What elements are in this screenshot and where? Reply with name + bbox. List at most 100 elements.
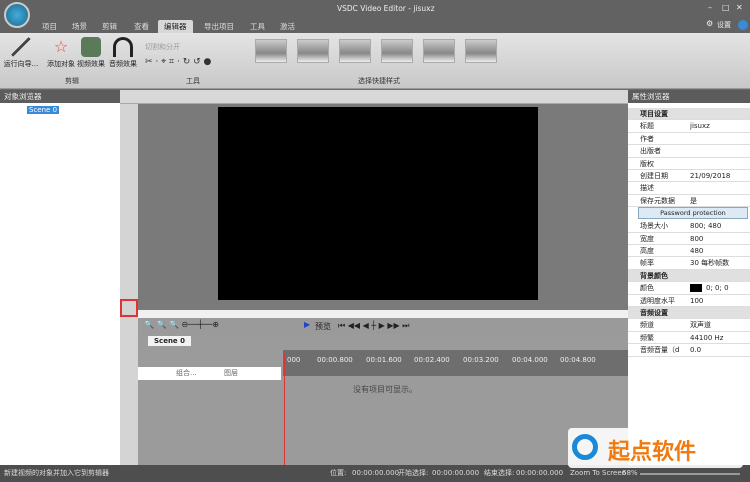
tick-label: 00:04.000 (512, 356, 548, 364)
property-key: 出版者 (640, 147, 661, 156)
track-header: 组合... 图层 (138, 367, 281, 380)
property-key: 标题 (640, 122, 654, 131)
style-thumb[interactable] (381, 39, 413, 63)
gear-icon[interactable]: ⚙ (706, 19, 713, 28)
tab-edit[interactable]: 剪辑 (96, 20, 123, 33)
property-key: 保存元数据 (640, 196, 675, 205)
property-key: 音频设置 (640, 309, 668, 317)
maximize-button[interactable]: □ (722, 3, 730, 12)
tick-label: 00:02.400 (414, 356, 450, 364)
object-explorer-title: 对象浏览器 (0, 90, 120, 103)
property-row[interactable]: 音频设置 (628, 307, 750, 320)
scene-tree-item[interactable]: Scene 0 (27, 106, 60, 114)
property-row[interactable]: 背景颜色 (628, 269, 750, 283)
tab-project[interactable]: 项目 (36, 20, 63, 33)
property-value: 30 每秒帧数 (690, 259, 730, 268)
property-key: 颜色 (640, 284, 654, 293)
selected-tool[interactable] (120, 299, 138, 317)
tick-label: 00:01.600 (366, 356, 402, 364)
settings-link[interactable]: 设置 (717, 20, 731, 30)
property-row[interactable]: 版权 (628, 158, 750, 170)
tab-activate[interactable]: 激活 (274, 20, 301, 33)
horizontal-scrollbar[interactable] (138, 310, 628, 318)
property-row[interactable]: 保存元数据 是 (628, 195, 750, 208)
help-icon[interactable] (738, 20, 748, 30)
timeline-ruler[interactable]: 000 00:00.800 00:01.600 00:02.400 00:03.… (283, 350, 628, 376)
property-row[interactable]: 频道 双声道 (628, 319, 750, 332)
end-value: 00:00:00.000 (516, 469, 564, 477)
end-label: 结束选择: (484, 469, 515, 477)
property-key: 频道 (640, 321, 654, 330)
play-icon[interactable]: ▶ (304, 320, 310, 329)
property-row[interactable]: 作者 (628, 133, 750, 146)
close-button[interactable]: ✕ (736, 3, 743, 12)
property-row[interactable]: 音频音量（d 0.0 (628, 344, 750, 357)
minimize-button[interactable]: – (708, 3, 712, 12)
property-key: 帧率 (640, 259, 654, 268)
wizard-button[interactable]: 运行向导... (2, 37, 40, 69)
property-row[interactable]: 项目设置 (628, 108, 750, 121)
property-value: 0.0 (690, 346, 702, 355)
password-protection-button[interactable]: Password protection (638, 207, 748, 220)
watermark-icon (572, 434, 598, 460)
status-message: 新建视频的对象并加入它到剪辑器 (4, 469, 109, 477)
property-value: 是 (690, 196, 697, 205)
tab-view[interactable]: 查看 (128, 20, 155, 33)
property-row[interactable]: 高度 480 (628, 245, 750, 258)
property-row[interactable]: 出版者 (628, 145, 750, 158)
zoom-slider[interactable] (640, 473, 740, 475)
app-logo[interactable] (4, 2, 30, 28)
add-object-icon: ☆ (53, 37, 69, 56)
ribbon-tabs: 项目 场景 剪辑 查看 编辑器 导出项目 工具 激活 ⚙ 设置 (0, 18, 750, 33)
scene-canvas[interactable] (218, 107, 538, 300)
watermark-text: 起点软件 (608, 440, 697, 465)
property-key: 高度 (640, 247, 654, 255)
transport-controls[interactable]: ⏮ ◀◀ ◀ ┼ ▶ ▶▶ ⏭ (338, 321, 409, 331)
property-value: 100 (690, 296, 704, 305)
property-key: 透明度水平 (640, 296, 675, 305)
property-value: 0; 0; 0 (706, 284, 729, 293)
color-swatch[interactable] (690, 284, 702, 293)
object-explorer: 对象浏览器 Scene 0 (0, 90, 120, 465)
style-thumb[interactable] (465, 39, 497, 63)
property-value: 800 (690, 234, 704, 243)
property-value: 44100 Hz (690, 333, 724, 342)
audio-effects-button[interactable]: 音频效果 (104, 37, 142, 69)
property-value: 480 (690, 247, 704, 255)
tab-export[interactable]: 导出项目 (198, 20, 240, 33)
playhead[interactable] (284, 354, 285, 465)
zoom-controls[interactable]: 🔍 🔍 🔍 ⊖──┼──⊕ (144, 320, 219, 329)
style-thumb[interactable] (423, 39, 455, 63)
style-thumb[interactable] (339, 39, 371, 63)
style-thumb[interactable] (297, 39, 329, 63)
tab-scene[interactable]: 场景 (66, 20, 93, 33)
property-row[interactable]: 帧率 30 每秒帧数 (628, 257, 750, 270)
editor-toolbar[interactable] (120, 90, 628, 104)
layer-column[interactable]: 图层 (224, 367, 238, 380)
combine-column[interactable]: 组合... (176, 367, 197, 380)
property-row[interactable]: 创建日期 21/09/2018 (628, 170, 750, 183)
property-row[interactable]: 场景大小 800; 480 (628, 220, 750, 233)
properties-title: 属性浏览器 (628, 90, 750, 103)
tab-editor[interactable]: 编辑器 (158, 20, 193, 33)
headphones-icon (113, 37, 133, 57)
edit-tools-icons[interactable]: ✂ · ⌖ ⌗ · ↻ ↺ ● (145, 57, 211, 67)
start-value: 00:00:00.000 (432, 469, 480, 477)
property-row[interactable]: 频繁 44100 Hz (628, 332, 750, 345)
object-toolbar[interactable] (120, 104, 138, 465)
property-value: 800; 480 (690, 222, 722, 231)
preview-button[interactable]: 预览 (315, 321, 331, 332)
style-thumb[interactable] (255, 39, 287, 63)
cut-split-button[interactable]: 切割和分开 (145, 42, 180, 52)
position-value: 00:00:00.000 (352, 469, 400, 477)
property-row[interactable]: 描述 (628, 182, 750, 195)
tab-tools[interactable]: 工具 (244, 20, 271, 33)
property-row[interactable]: 宽度 800 (628, 233, 750, 245)
title-bar: VSDC Video Editor - jisuxz – □ ✕ (0, 0, 750, 28)
property-key: 创建日期 (640, 172, 668, 180)
property-row[interactable]: 透明度水平 100 (628, 295, 750, 307)
property-row[interactable]: 标题 jisuxz (628, 120, 750, 133)
property-row[interactable]: 颜色 0; 0; 0 (628, 282, 750, 295)
scene-tab[interactable]: Scene 0 (148, 336, 191, 346)
property-key: 背景颜色 (640, 271, 668, 280)
